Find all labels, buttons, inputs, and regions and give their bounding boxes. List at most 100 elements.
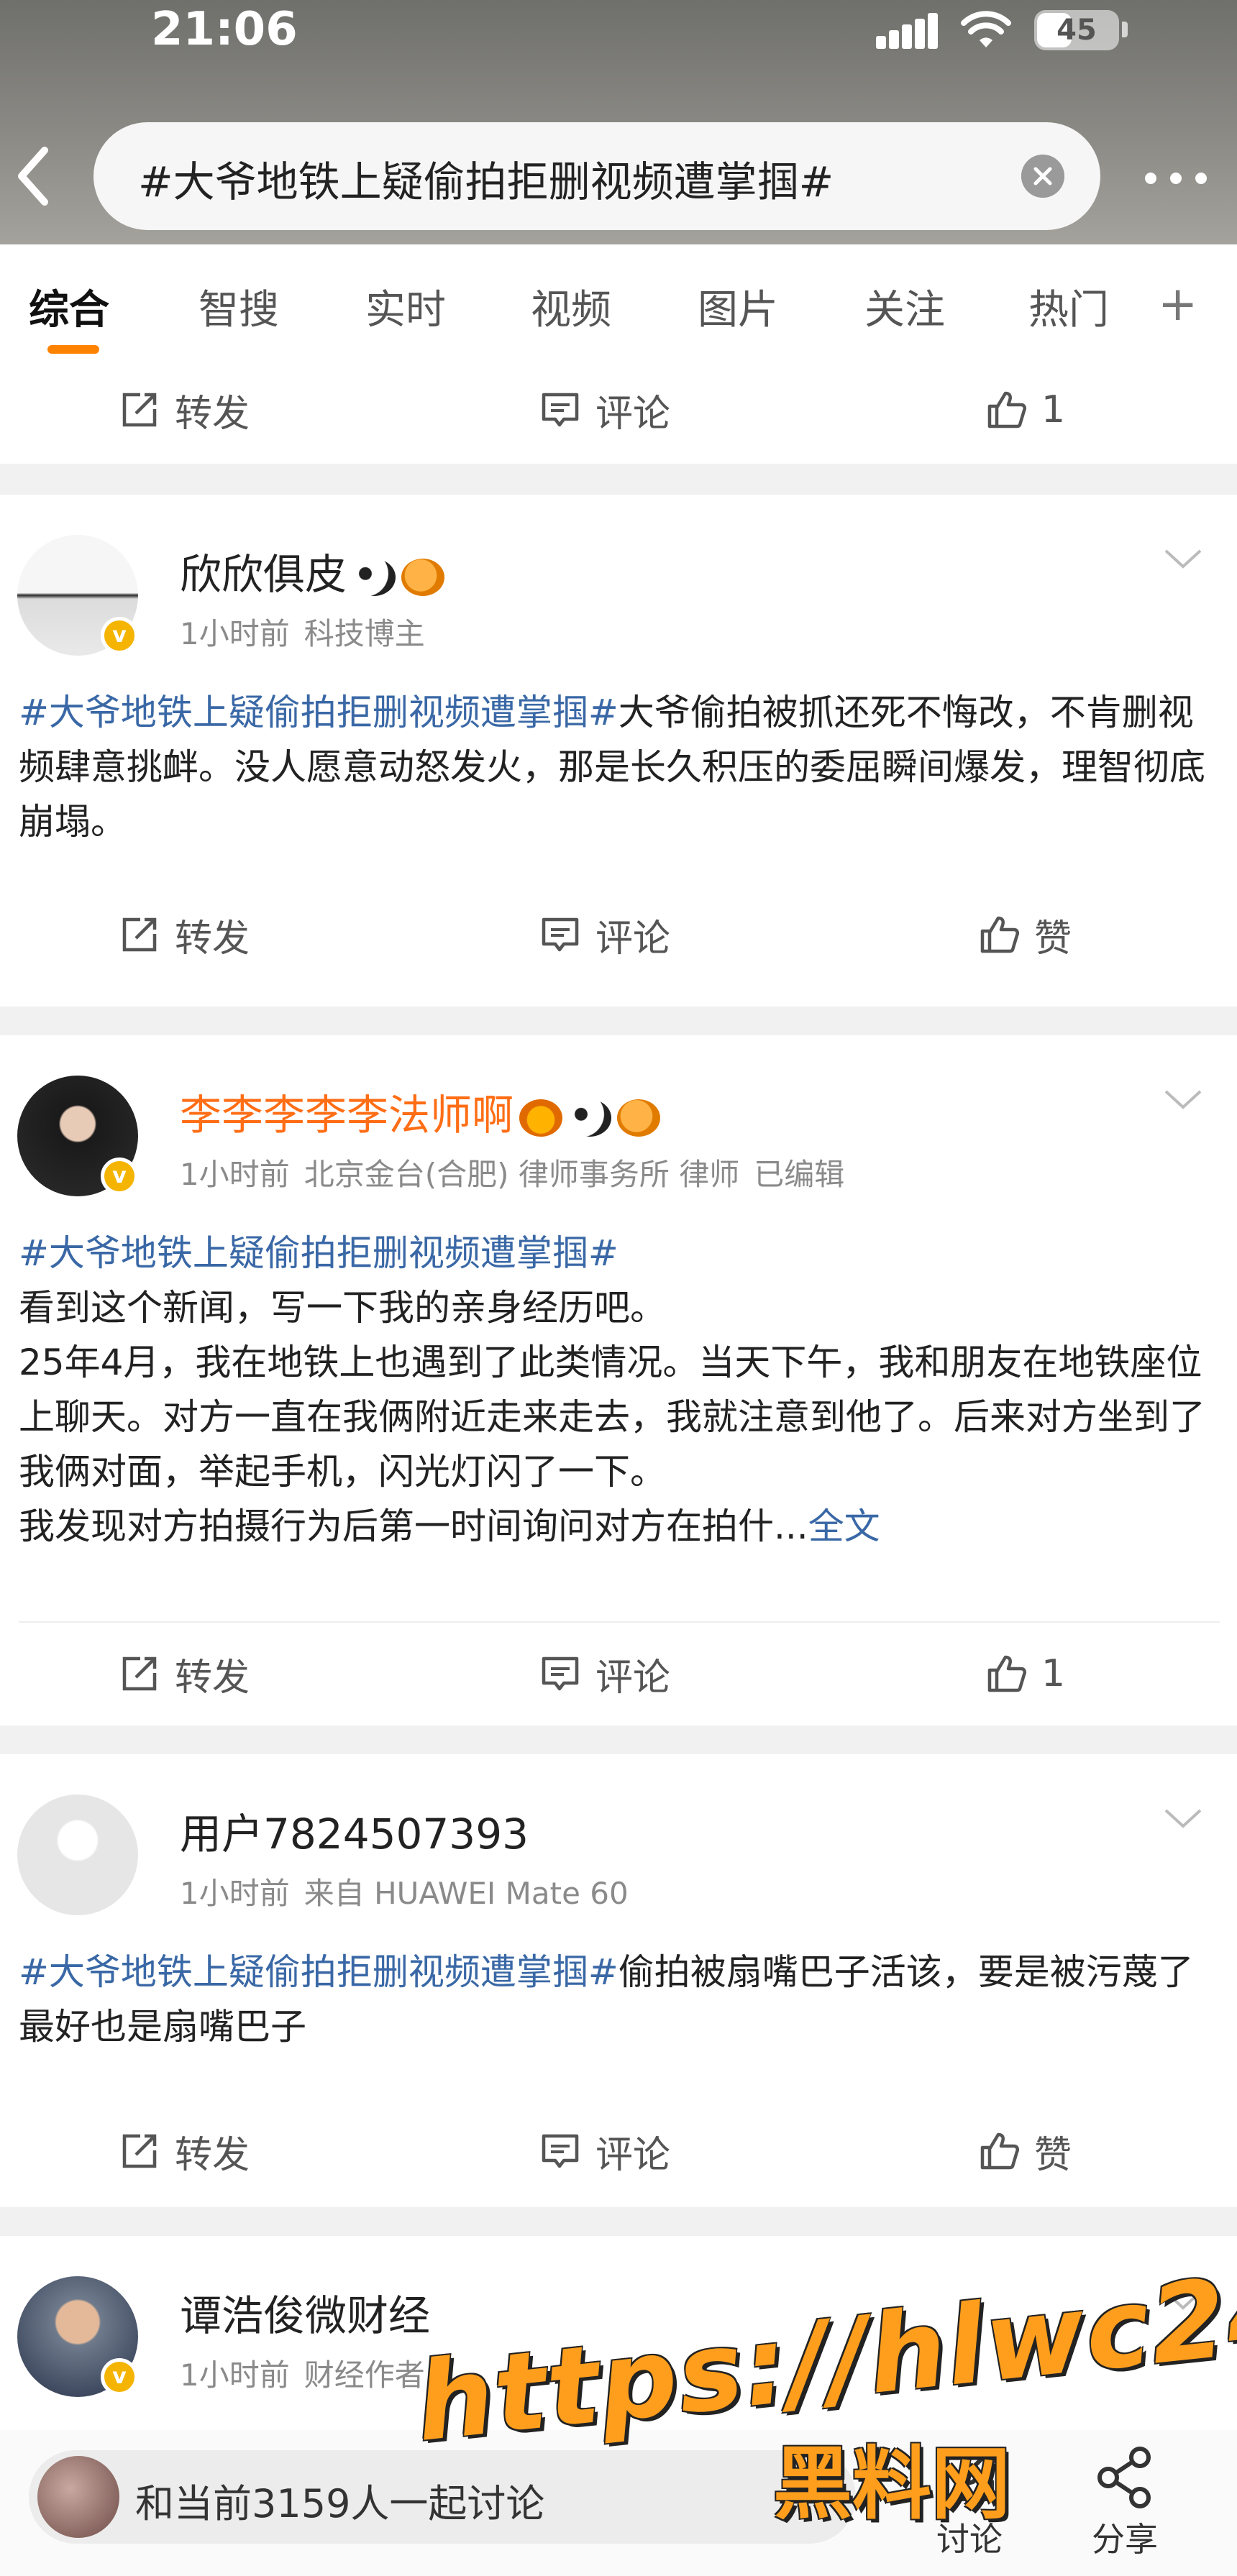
comment-label: 评论	[595, 392, 671, 436]
status-time: 21:06	[151, 3, 298, 56]
search-input[interactable]: #大爷地铁上疑偷拍拒删视频遭掌掴#	[93, 122, 1100, 230]
discussion-prompt: 和当前3159人一起讨论	[135, 2481, 545, 2526]
like-button[interactable]: 赞	[978, 2122, 1072, 2180]
avatar[interactable]	[17, 1795, 138, 1915]
watermark-site: 黑料网	[773, 2438, 1010, 2530]
comment-button[interactable]: 评论	[539, 381, 670, 439]
crown-icon	[519, 1099, 563, 1137]
comment-button[interactable]: 评论	[539, 1645, 670, 1702]
header: 21:06 45 #大爷地铁上疑偷拍拒删视频遭掌掴#	[0, 0, 1237, 244]
thumbs-up-icon	[987, 1655, 1027, 1692]
bottom-bar: 和当前3159人一起讨论 讨论 分享	[0, 2430, 1237, 2576]
user-name[interactable]: 李李李李李法师啊	[180, 1081, 661, 1142]
like-label: 赞	[1034, 2133, 1072, 2177]
hashtag-link[interactable]: #大爷地铁上疑偷拍拒删视频遭掌掴#	[19, 1226, 1220, 1280]
chevron-down-icon[interactable]	[1161, 1086, 1205, 1114]
post-text: #大爷地铁上疑偷拍拒删视频遭掌掴#大爷偷拍被抓还死不悔改，不肯删视频肆意挑衅。没…	[19, 692, 1205, 843]
battery-icon: 45	[1034, 10, 1119, 50]
repost-button[interactable]: 转发	[119, 2122, 250, 2180]
post-meta: 1小时前 科技博主	[180, 610, 439, 654]
post-card-partial: 转发 评论 1	[0, 363, 1237, 464]
user-name[interactable]: 欣欣俱皮	[180, 541, 445, 601]
post-source: 北京金台(合肥) 律师事务所 律师	[303, 1157, 740, 1192]
post-time: 1小时前	[180, 2357, 290, 2393]
repost-button[interactable]: 转发	[119, 1645, 250, 1702]
repost-label: 转发	[175, 392, 250, 436]
chevron-down-icon[interactable]	[1161, 1805, 1205, 1833]
cellular-signal-icon	[876, 13, 942, 49]
comment-button[interactable]: 评论	[539, 2122, 670, 2180]
repost-label: 转发	[175, 2133, 250, 2177]
tab-bar: 综合 智搜 实时 视频 图片 关注 热门 +	[0, 244, 1237, 363]
discussion-input[interactable]: 和当前3159人一起讨论	[29, 2450, 856, 2544]
share-icon	[1097, 2447, 1151, 2508]
comment-label: 评论	[595, 2133, 671, 2177]
clear-icon[interactable]	[1021, 155, 1064, 198]
like-count: 1	[1041, 388, 1066, 431]
tab-smart-search[interactable]: 智搜	[198, 278, 279, 336]
repost-button[interactable]: 转发	[119, 381, 250, 439]
panda-icon	[568, 1099, 612, 1137]
share-button[interactable]: 分享	[1074, 2444, 1175, 2561]
like-count: 1	[1041, 1652, 1066, 1695]
like-button[interactable]: 1	[985, 381, 1065, 439]
comment-button[interactable]: 评论	[539, 906, 670, 963]
repost-label: 转发	[175, 1656, 250, 1700]
repost-icon	[122, 393, 157, 427]
comment-icon	[542, 917, 579, 952]
share-label: 分享	[1092, 2520, 1158, 2559]
post-time: 1小时前	[180, 616, 290, 651]
active-tab-indicator	[47, 345, 99, 354]
repost-button[interactable]: 转发	[119, 906, 250, 963]
post-text: #大爷地铁上疑偷拍拒删视频遭掌掴#偷拍被扇嘴巴子活该，要是被污蔑了最好也是扇嘴巴…	[19, 1951, 1194, 2048]
full-text-link[interactable]: 全文	[808, 1505, 880, 1547]
edited-label: 已编辑	[754, 1157, 845, 1192]
like-button[interactable]: 赞	[978, 906, 1072, 963]
verified-badge-icon: v	[101, 617, 138, 654]
post-source: 科技博主	[303, 616, 425, 651]
post-source: 财经作者	[303, 2357, 425, 2393]
chevron-down-icon[interactable]	[1161, 545, 1205, 574]
like-label: 赞	[1034, 917, 1072, 961]
add-tab-icon[interactable]: +	[1158, 276, 1197, 331]
verified-badge-icon: v	[101, 1158, 138, 1195]
post-source: 来自 HUAWEI Mate 60	[303, 1876, 629, 1911]
tab-following[interactable]: 关注	[864, 278, 945, 336]
post-time: 1小时前	[180, 1157, 290, 1192]
comment-icon	[542, 393, 579, 427]
comment-icon	[542, 1656, 579, 1691]
post-card: v 欣欣俱皮 1小时前 科技博主 #大爷地铁上疑偷拍拒删视频遭掌掴#大爷偷拍被抓还…	[0, 495, 1237, 1007]
thumbs-up-icon	[980, 916, 1020, 953]
hashtag-link[interactable]: #大爷地铁上疑偷拍拒删视频遭掌掴#	[19, 1951, 618, 1993]
tab-all[interactable]: 综合	[29, 278, 109, 336]
fish-icon	[617, 1099, 661, 1137]
panda-icon	[352, 558, 396, 596]
like-button[interactable]: 1	[985, 1645, 1065, 1702]
post-card: 用户7824507393 1小时前 来自 HUAWEI Mate 60 #大爷地铁…	[0, 1754, 1237, 2207]
tab-video[interactable]: 视频	[531, 278, 611, 336]
battery-level: 45	[1056, 14, 1097, 47]
comment-label: 评论	[595, 917, 671, 961]
repost-label: 转发	[175, 917, 250, 961]
repost-icon	[122, 1656, 157, 1691]
hashtag-link[interactable]: #大爷地铁上疑偷拍拒删视频遭掌掴#	[19, 692, 618, 733]
post-meta: 1小时前 来自 HUAWEI Mate 60	[180, 1869, 643, 1913]
back-arrow-icon[interactable]	[7, 140, 65, 212]
tab-realtime[interactable]: 实时	[365, 278, 446, 336]
divider	[19, 1621, 1220, 1623]
thumbs-up-icon	[987, 391, 1027, 428]
repost-icon	[122, 2134, 157, 2168]
user-name[interactable]: 用户7824507393	[180, 1800, 529, 1861]
avatar	[37, 2456, 119, 2538]
search-query[interactable]: #大爷地铁上疑偷拍拒删视频遭掌掴#	[138, 148, 834, 208]
repost-icon	[122, 917, 157, 952]
wifi-icon	[961, 11, 1011, 47]
comment-label: 评论	[595, 1656, 671, 1700]
tab-hot[interactable]: 热门	[1028, 278, 1108, 335]
more-options-icon[interactable]	[1136, 144, 1215, 208]
post-meta: 1小时前 财经作者	[180, 2351, 439, 2395]
user-name[interactable]: 谭浩俊微财经	[180, 2282, 430, 2342]
tab-images[interactable]: 图片	[698, 278, 778, 336]
thumbs-up-icon	[980, 2132, 1020, 2170]
comment-icon	[542, 2134, 579, 2168]
